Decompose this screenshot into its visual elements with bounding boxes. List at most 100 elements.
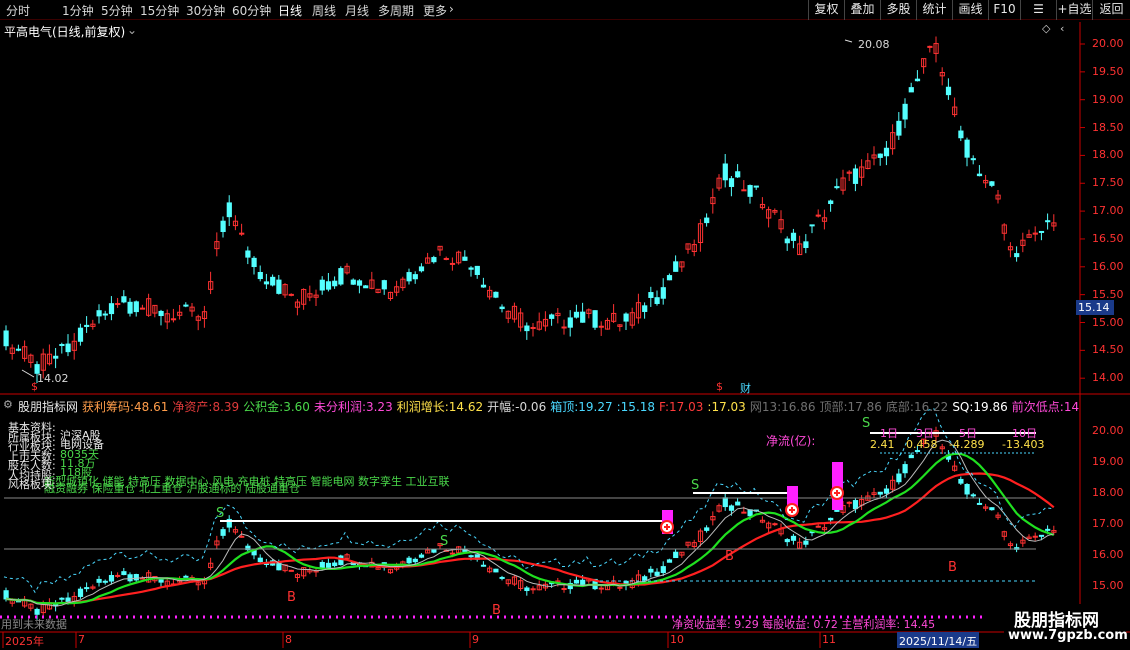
- indicator-stat: 顶部:17.86: [820, 400, 882, 414]
- price-tick-label: 20.00: [1092, 37, 1124, 50]
- stat-value: 15.18: [620, 400, 656, 414]
- candle-body: [976, 502, 983, 505]
- price-tick-label: 17.50: [1092, 176, 1124, 190]
- candle-body: [666, 559, 673, 563]
- candle-body: [846, 501, 852, 504]
- candle-body: [338, 268, 344, 285]
- candle-body: [1045, 528, 1051, 531]
- candle-body: [332, 562, 338, 567]
- candle-body: [1038, 534, 1045, 537]
- time-axis-label: 8: [285, 633, 292, 646]
- candle-body: [908, 87, 914, 93]
- candle-body: [34, 608, 40, 615]
- candle-body: [704, 217, 710, 224]
- stat-label: 开幅:: [487, 400, 516, 414]
- stat-value: 48.61: [134, 400, 169, 414]
- candle-body: [1032, 535, 1038, 538]
- stat-value: 3.60: [283, 400, 310, 414]
- candle-body: [803, 241, 809, 248]
- candle-body: [902, 103, 908, 120]
- candle-body: [319, 279, 325, 291]
- signal-bar: [832, 462, 843, 510]
- candle-body: [573, 579, 580, 584]
- candle-body: [53, 355, 59, 359]
- candle-body: [623, 313, 629, 322]
- stat-value: 17.86: [847, 400, 882, 414]
- stat-label: 利润增长:: [396, 400, 449, 414]
- indicator-menu-icon[interactable]: ⚙: [3, 398, 13, 411]
- candle-body: [84, 324, 90, 327]
- buy-signal: B: [492, 603, 501, 618]
- stat-value: 14: [1063, 400, 1080, 414]
- stat-value: 14.62: [448, 400, 484, 414]
- candle-body: [896, 473, 902, 483]
- info-line-label: 风格板块:: [8, 478, 56, 491]
- candle-body: [722, 497, 728, 508]
- candle-body: [958, 130, 964, 139]
- candle-body: [325, 562, 332, 568]
- indicator-stat: 箱顶:19.27: [550, 400, 612, 414]
- candle-body: [412, 558, 418, 563]
- candle-body: [728, 178, 735, 187]
- candle-body: [772, 523, 778, 526]
- candle-body: [363, 285, 369, 289]
- candle-body: [747, 185, 753, 197]
- indicator-stat: :17.03: [707, 400, 745, 414]
- dividend-marker[interactable]: $: [31, 380, 38, 393]
- candle-body: [648, 568, 654, 573]
- indicator-stat: 净资产:8.39: [172, 400, 239, 414]
- candle-body: [809, 224, 815, 227]
- candle-body: [127, 301, 133, 314]
- future-data-warning: 用到未来数据: [1, 618, 67, 631]
- candle-body: [96, 310, 102, 317]
- financial-report-marker[interactable]: 财: [740, 380, 751, 396]
- buy-signal: B: [948, 560, 957, 575]
- candle-body: [332, 280, 338, 287]
- candle-body: [319, 561, 325, 569]
- dividend-marker[interactable]: $: [716, 380, 723, 393]
- candle-body: [431, 257, 437, 263]
- candle-body: [139, 307, 146, 310]
- candle-body: [1045, 220, 1051, 223]
- flow-value: 0.458: [906, 438, 938, 451]
- indicator-name[interactable]: 股朋指标网: [18, 398, 78, 415]
- kline-chart-canvas[interactable]: [0, 0, 1130, 650]
- candle-body: [741, 189, 747, 192]
- price-tick-label: 17.00: [1092, 204, 1124, 218]
- candle-body: [728, 505, 735, 511]
- chart-menu-icon[interactable]: ⌄: [127, 23, 137, 37]
- candle-body: [592, 310, 598, 328]
- candle-body: [617, 586, 623, 589]
- price-tick-label: 18.50: [1092, 120, 1124, 134]
- candle-body: [226, 202, 232, 218]
- current-price-tag: 15.14: [1076, 300, 1114, 315]
- diamond-icon[interactable]: ◇: [1042, 22, 1050, 35]
- candle-body: [59, 343, 65, 346]
- candle-body: [158, 579, 164, 583]
- indicator-stat: 网13:16.86: [750, 400, 816, 414]
- candle-body: [431, 549, 437, 553]
- candle-body: [673, 261, 679, 272]
- site-watermark: 股朋指标网 www.7gpzb.com: [1004, 604, 1128, 648]
- stat-value: 16.22: [913, 400, 949, 414]
- candle-body: [753, 185, 759, 188]
- indicator-stat: 获利筹码:48.61: [82, 400, 168, 414]
- candle-body: [127, 574, 133, 582]
- flow-value: -4.289: [949, 438, 985, 451]
- candle-body: [877, 153, 883, 158]
- settings-icon[interactable]: ‹: [1060, 22, 1064, 35]
- buy-signal: B: [287, 590, 296, 605]
- candle-body: [784, 238, 790, 244]
- candle-body: [170, 318, 177, 321]
- candle-body: [852, 500, 859, 510]
- net-flow-label: 净流(亿):: [766, 434, 816, 448]
- indicator-stat: 开幅:-0.06: [487, 400, 546, 414]
- time-axis-label: 2025年: [5, 635, 44, 648]
- candle-body: [883, 488, 890, 494]
- candle-body: [561, 588, 567, 591]
- candle-body: [480, 284, 487, 288]
- candle-body: [499, 576, 505, 579]
- candle-body: [65, 343, 71, 353]
- candle-body: [828, 517, 834, 521]
- candle-body: [462, 256, 468, 261]
